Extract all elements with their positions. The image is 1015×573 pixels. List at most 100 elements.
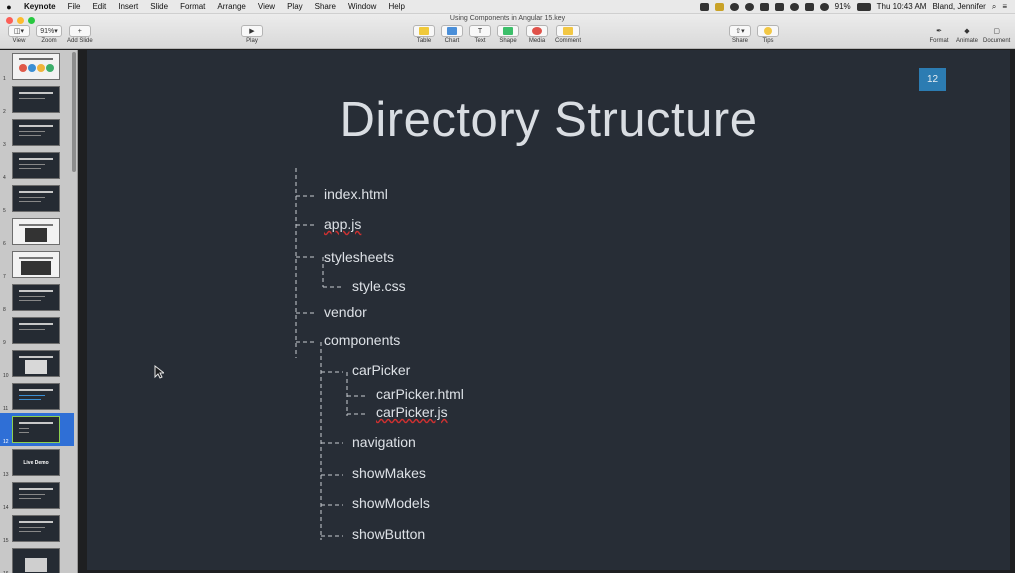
thumb-title <box>19 488 53 490</box>
slide-thumbnail-row[interactable]: 2 <box>0 83 74 116</box>
thumb-title <box>19 158 53 160</box>
slide-thumbnail-row-selected[interactable]: 12 <box>0 413 74 446</box>
slide-thumbnail-row[interactable]: 16 <box>0 545 74 573</box>
view-button[interactable]: ◫▾ <box>8 25 30 37</box>
slide-thumbnail-row[interactable]: 11 <box>0 380 74 413</box>
tips-button[interactable] <box>757 25 779 37</box>
menu-help[interactable]: Help <box>382 2 410 11</box>
play-button[interactable]: ▶ <box>241 25 263 37</box>
shape-button[interactable] <box>497 25 519 37</box>
document-control: ▢ Document <box>983 25 1010 44</box>
spotlight-search-icon[interactable]: ⌕ <box>992 2 996 12</box>
animate-label: Animate <box>956 38 979 44</box>
display-icon[interactable] <box>774 2 784 11</box>
slide-thumbnail-row[interactable]: 6 <box>0 215 74 248</box>
table-button[interactable] <box>413 25 435 37</box>
slide-thumbnail[interactable] <box>12 53 60 80</box>
menu-user[interactable]: Bland, Jennifer <box>932 2 985 11</box>
slide-thumbnail-row[interactable]: 1 <box>0 50 74 83</box>
slide-thumbnail[interactable] <box>12 218 60 245</box>
menu-slide[interactable]: Slide <box>144 2 174 11</box>
slide-canvas[interactable]: 12 Directory Structure index.html app.js… <box>79 50 1015 573</box>
shield-icon[interactable] <box>714 2 724 11</box>
format-button[interactable]: ✒ <box>929 25 949 37</box>
chart-icon <box>447 27 457 35</box>
chart-button[interactable] <box>441 25 463 37</box>
slide-thumbnail[interactable] <box>12 350 60 377</box>
wifi-icon[interactable] <box>819 2 829 11</box>
battery-icon[interactable] <box>856 2 871 11</box>
menu-clock[interactable]: Thu 10:43 AM <box>877 2 927 11</box>
menu-view[interactable]: View <box>252 2 281 11</box>
slide-number-label: 7 <box>3 274 6 280</box>
table-control: Table <box>413 25 435 44</box>
notification-center-icon[interactable]: ≡ <box>1002 2 1007 11</box>
dropbox-icon[interactable] <box>699 2 709 11</box>
slide-thumbnail-row[interactable]: 10 <box>0 347 74 380</box>
menu-insert[interactable]: Insert <box>112 2 144 11</box>
slide-thumbnail-row[interactable]: 7 <box>0 248 74 281</box>
slide-thumbnail-row[interactable]: 9 <box>0 314 74 347</box>
share-button[interactable]: ⇧▾ <box>729 25 751 37</box>
time-machine-icon[interactable] <box>789 2 799 11</box>
slide-thumbnail[interactable] <box>12 317 60 344</box>
slide-thumbnail[interactable] <box>12 119 60 146</box>
menu-window[interactable]: Window <box>342 2 382 11</box>
menu-play[interactable]: Play <box>281 2 309 11</box>
paintbrush-icon: ✒ <box>936 28 942 35</box>
slide-thumbnail[interactable] <box>12 185 60 212</box>
slide-number-label: 5 <box>3 208 6 214</box>
document-button[interactable]: ▢ <box>987 25 1007 37</box>
slide-thumbnail[interactable] <box>12 383 60 410</box>
zoom-select[interactable]: 91% ▾ <box>36 25 62 37</box>
mouse-pointer-icon <box>154 365 164 379</box>
thumb-title <box>19 521 53 523</box>
text-button[interactable]: T <box>469 25 491 37</box>
slide-thumbnail[interactable] <box>12 251 60 278</box>
slide-thumbnail[interactable] <box>12 548 60 573</box>
tree-connector-lines <box>295 168 367 540</box>
tree-item-app-js: app.js <box>324 216 362 232</box>
slide-thumbnail[interactable]: Live Demo <box>12 449 60 476</box>
slide-navigator[interactable]: 1 2 3 4 5 6 7 8 9 10 11 12 13 Live Demo … <box>0 50 78 573</box>
slide-number-label: 1 <box>3 76 6 82</box>
sync-icon[interactable] <box>729 2 739 11</box>
apple-menu-icon[interactable]: ● <box>0 2 18 12</box>
shape-icon <box>503 27 513 35</box>
document-title[interactable]: Using Components in Angular 15.key <box>0 15 1015 22</box>
text-icon: T <box>477 27 483 35</box>
slide-thumbnail-row[interactable]: 13 Live Demo <box>0 446 74 479</box>
add-slide-button[interactable]: + <box>68 25 91 37</box>
media-control: Media <box>526 25 548 44</box>
slide-thumbnail[interactable] <box>12 482 60 509</box>
menu-share[interactable]: Share <box>309 2 342 11</box>
slide-number-label: 11 <box>3 406 9 412</box>
animate-button[interactable]: ◆ <box>957 25 977 37</box>
slide-thumbnail-row[interactable]: 3 <box>0 116 74 149</box>
eye-icon[interactable] <box>759 2 769 11</box>
slide-thumbnail-row[interactable]: 15 <box>0 512 74 545</box>
slide-thumbnail-row[interactable]: 4 <box>0 149 74 182</box>
menu-edit[interactable]: Edit <box>86 2 112 11</box>
slide-thumbnail-row[interactable]: 8 <box>0 281 74 314</box>
slide-thumbnail-row[interactable]: 5 <box>0 182 74 215</box>
menu-format[interactable]: Format <box>174 2 211 11</box>
slide-number-label: 3 <box>3 142 6 148</box>
battery-percent[interactable]: 91% <box>835 2 851 11</box>
cloud-icon[interactable] <box>744 2 754 11</box>
volume-icon[interactable] <box>804 2 814 11</box>
thumb-image <box>21 261 51 275</box>
menu-arrange[interactable]: Arrange <box>211 2 251 11</box>
current-slide[interactable]: 12 Directory Structure index.html app.js… <box>87 50 1010 570</box>
view-label: View <box>12 38 26 44</box>
media-button[interactable] <box>526 25 548 37</box>
slide-thumbnail-row[interactable]: 14 <box>0 479 74 512</box>
menu-file[interactable]: File <box>62 2 87 11</box>
comment-button[interactable] <box>556 25 580 37</box>
slide-thumbnail[interactable] <box>12 152 60 179</box>
slide-thumbnail[interactable] <box>12 416 60 443</box>
slide-thumbnail[interactable] <box>12 86 60 113</box>
menu-app-name[interactable]: Keynote <box>18 2 62 11</box>
slide-thumbnail[interactable] <box>12 515 60 542</box>
slide-thumbnail[interactable] <box>12 284 60 311</box>
